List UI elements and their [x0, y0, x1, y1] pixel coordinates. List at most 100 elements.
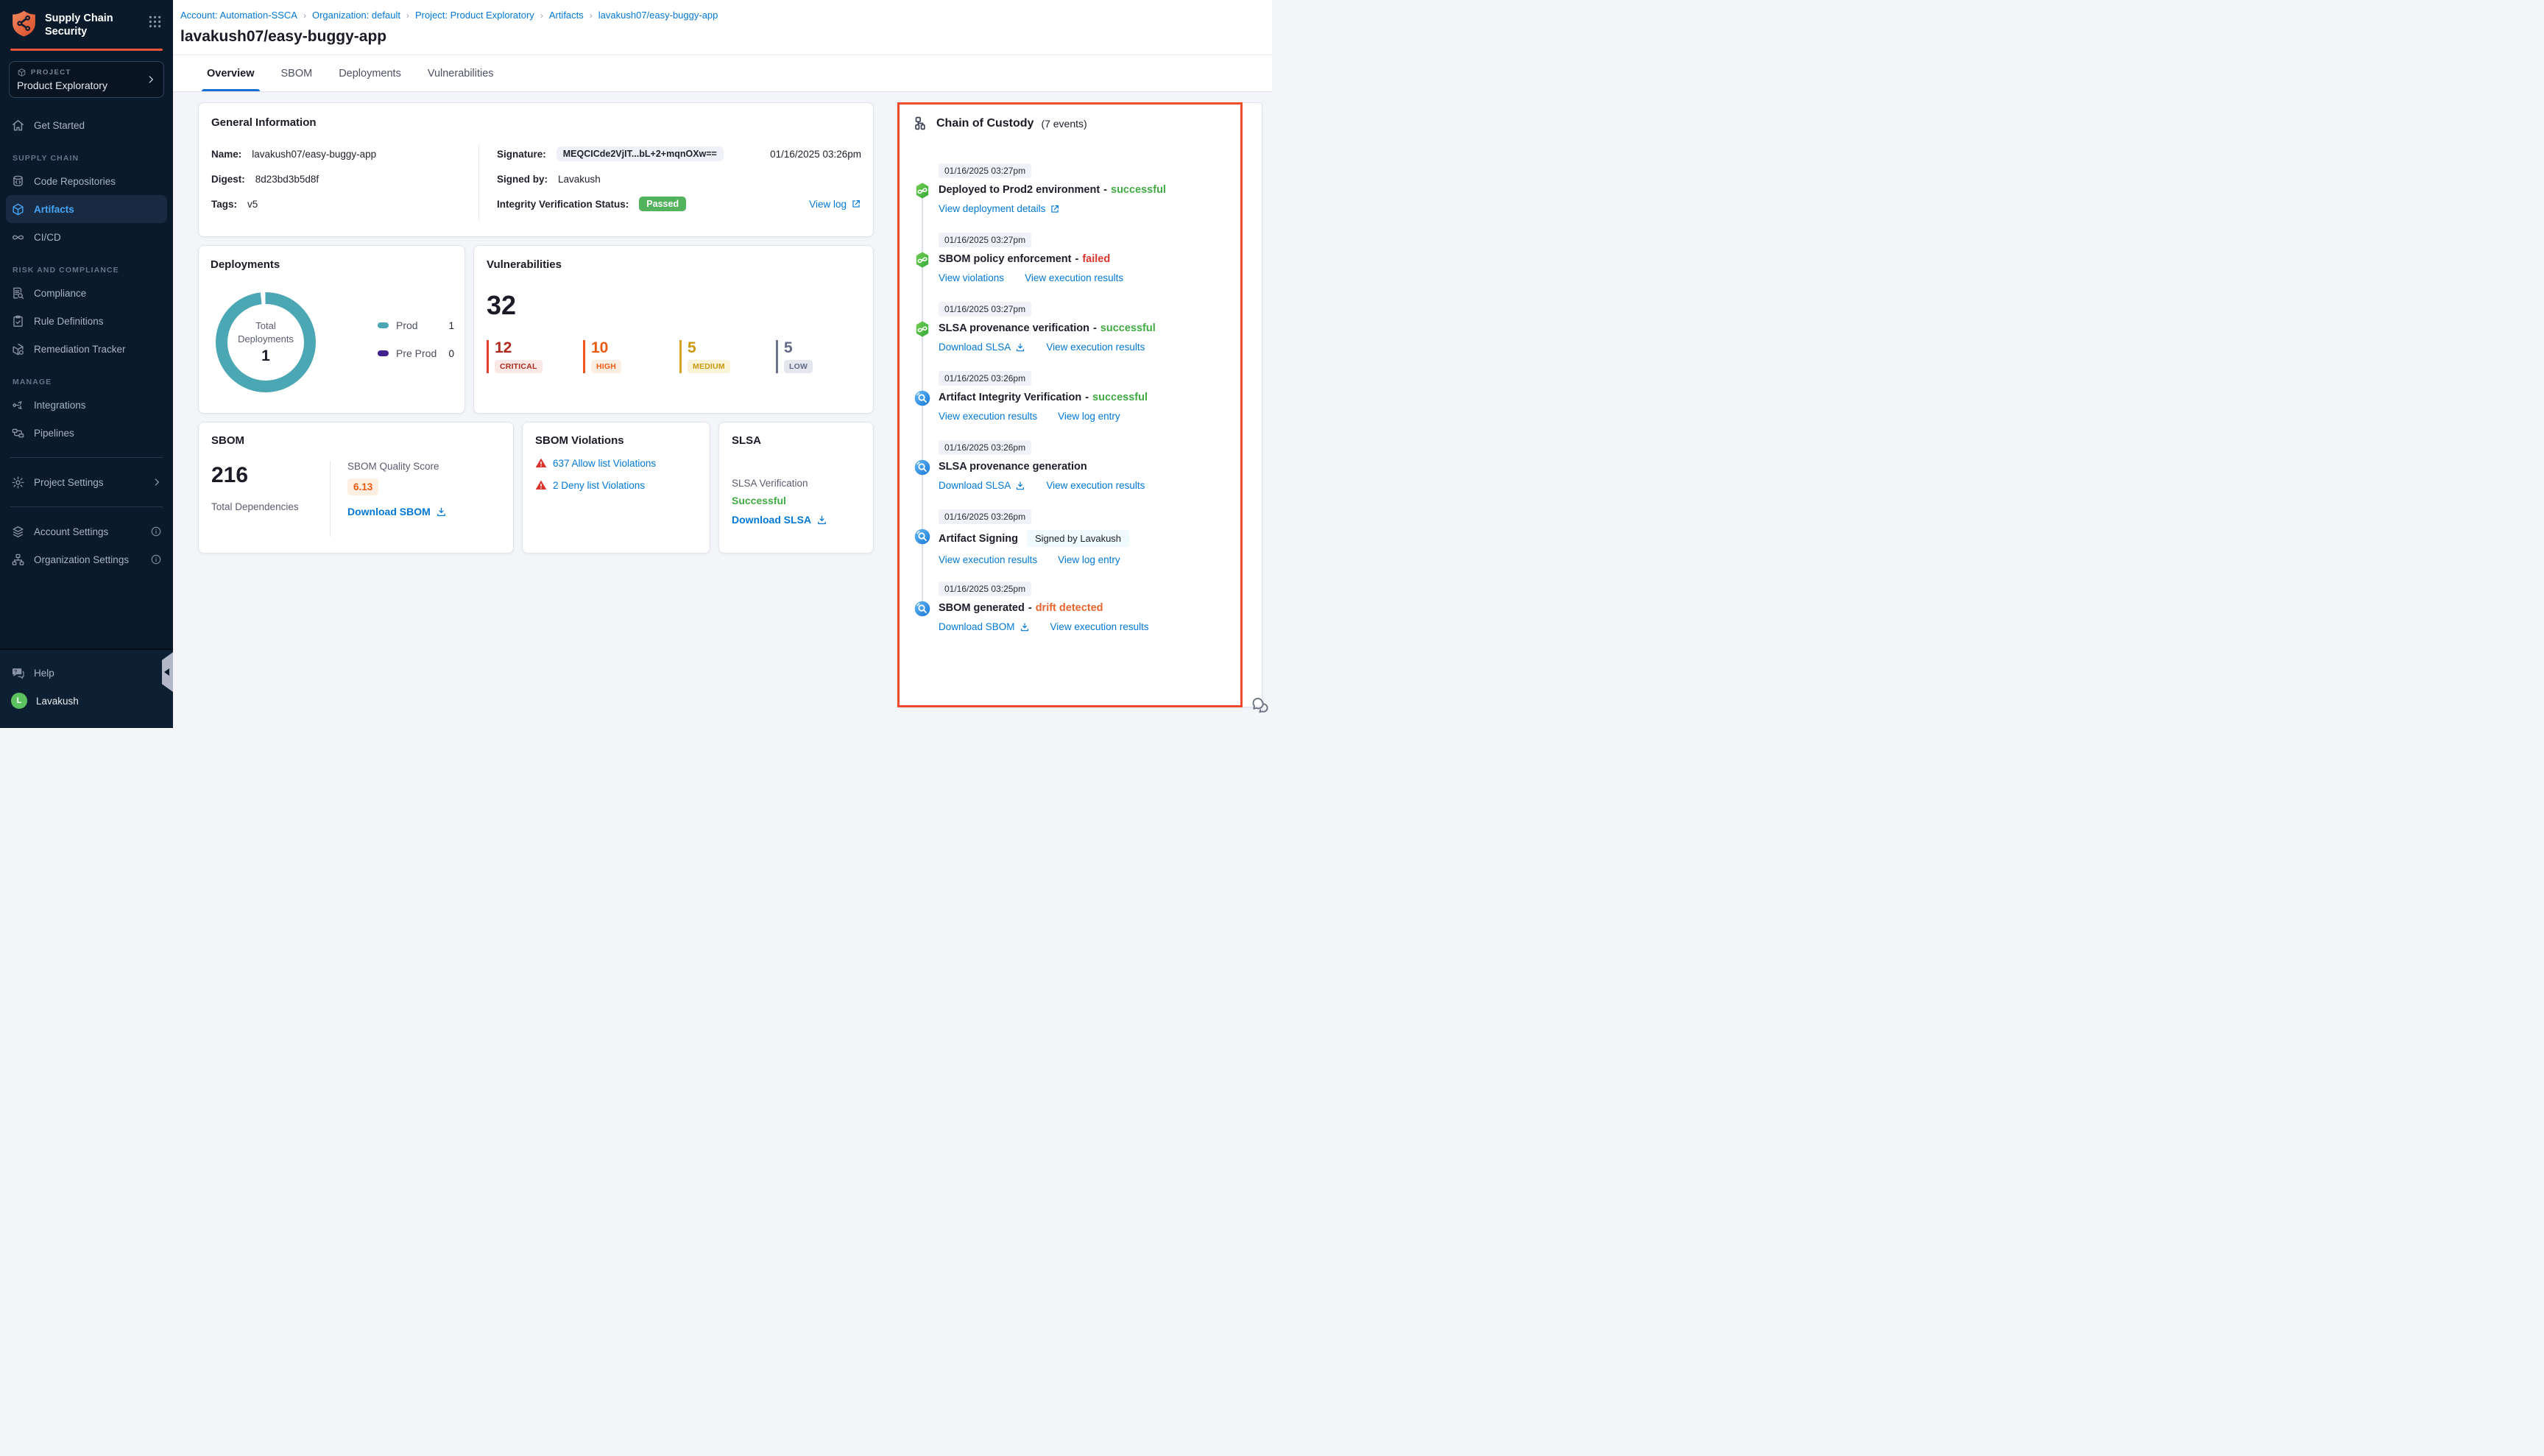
breadcrumb-organization[interactable]: Organization: default	[312, 10, 400, 21]
signed-by-value: Lavakush	[558, 174, 601, 185]
view-execution-results-link[interactable]: View execution results	[1025, 272, 1123, 283]
scan-event-icon	[914, 459, 931, 476]
general-info-left: Name: lavakush07/easy-buggy-app Digest: …	[211, 145, 478, 220]
allow-list-violations-link[interactable]: 637 Allow list Violations	[553, 458, 656, 469]
event-title: SBOM generated	[939, 602, 1025, 614]
scan-event-icon	[914, 600, 931, 618]
view-log-entry-link[interactable]: View log entry	[1058, 411, 1120, 422]
download-sbom-link[interactable]: Download SBOM	[939, 621, 1030, 632]
sidebar-item-code-repositories[interactable]: Code Repositories	[0, 167, 173, 195]
warning-icon	[535, 479, 547, 491]
sidebar-item-account-settings[interactable]: Account Settings	[0, 517, 173, 545]
legend-label: Prod	[396, 319, 448, 331]
event-links: View deployment details	[939, 203, 1223, 214]
view-violations-link[interactable]: View violations	[939, 272, 1004, 283]
sidebar-item-label: Rule Definitions	[34, 316, 104, 327]
card-title: Vulnerabilities	[487, 258, 861, 271]
organization-icon	[11, 553, 25, 567]
view-log-entry-link[interactable]: View log entry	[1058, 554, 1120, 565]
support-chat-icon[interactable]	[1251, 696, 1271, 716]
tab-overview[interactable]: Overview	[207, 55, 255, 91]
legend-value: 1	[448, 320, 454, 331]
view-execution-results-link[interactable]: View execution results	[1050, 621, 1149, 632]
total-deployments-value: 1	[261, 347, 270, 365]
deployments-card: Deployments Total Deployments 1	[198, 245, 465, 414]
chevron-right-icon	[146, 74, 156, 85]
event-timeline: 01/16/2025 03:27pm Deployed to Prod2 env…	[914, 163, 1223, 635]
sidebar-item-integrations[interactable]: Integrations	[0, 391, 173, 419]
sidebar-item-help[interactable]: Help	[0, 659, 173, 687]
view-deployment-details-link[interactable]: View deployment details	[939, 203, 1060, 214]
event-links: Download SLSA View execution results	[939, 480, 1223, 491]
integrations-icon	[11, 398, 25, 412]
tab-sbom[interactable]: SBOM	[281, 55, 313, 91]
severity-medium: 5 MEDIUM	[679, 340, 761, 373]
sidebar-item-pipelines[interactable]: Pipelines	[0, 419, 173, 447]
download-icon	[816, 515, 827, 526]
download-slsa-link[interactable]: Download SLSA	[939, 480, 1025, 491]
breadcrumb-account[interactable]: Account: Automation-SSCA	[180, 10, 297, 21]
breadcrumb-artifacts[interactable]: Artifacts	[549, 10, 584, 21]
tags-value: v5	[247, 199, 258, 210]
section-supply-chain: SUPPLY CHAIN	[13, 154, 173, 163]
quality-score-badge: 6.13	[347, 478, 378, 495]
tab-deployments[interactable]: Deployments	[339, 55, 401, 91]
tab-vulnerabilities[interactable]: Vulnerabilities	[428, 55, 494, 91]
legend-value: 0	[448, 348, 454, 359]
severity-critical: 12 CRITICAL	[487, 340, 568, 373]
link-label: View execution results	[1025, 272, 1123, 283]
sidebar-item-rule-definitions[interactable]: Rule Definitions	[0, 307, 173, 335]
download-slsa-link[interactable]: Download SLSA	[732, 514, 873, 526]
view-execution-results-link[interactable]: View execution results	[1046, 342, 1145, 353]
sidebar-nav: Get Started SUPPLY CHAIN Code Repositori…	[0, 111, 173, 573]
general-information-card: General Information Name: lavakush07/eas…	[198, 102, 874, 237]
severity-label: HIGH	[591, 360, 621, 373]
download-icon	[1015, 342, 1025, 353]
slsa-verification-status: Successful	[732, 495, 873, 506]
scan-event-icon	[914, 389, 931, 407]
severity-label: MEDIUM	[688, 360, 730, 373]
breadcrumb-current[interactable]: lavakush07/easy-buggy-app	[598, 10, 718, 21]
sidebar-item-user[interactable]: L Lavakush	[0, 687, 173, 715]
sidebar-item-organization-settings[interactable]: Organization Settings	[0, 545, 173, 573]
coc-event-artifact-integrity: 01/16/2025 03:26pm Artifact Integrity Ve…	[914, 371, 1223, 424]
download-sbom-link[interactable]: Download SBOM	[347, 506, 447, 517]
view-log-link[interactable]: View log	[809, 199, 861, 210]
event-timestamp: 01/16/2025 03:27pm	[939, 233, 1031, 247]
page-title: lavakush07/easy-buggy-app	[180, 28, 1272, 46]
sidebar-item-label: CI/CD	[34, 232, 61, 243]
event-timestamp: 01/16/2025 03:25pm	[939, 582, 1031, 596]
breadcrumb-project[interactable]: Project: Product Exploratory	[415, 10, 534, 21]
module-grid-icon[interactable]	[147, 14, 163, 29]
view-execution-results-link[interactable]: View execution results	[1046, 480, 1145, 491]
sidebar-item-get-started[interactable]: Get Started	[0, 111, 173, 139]
link-label: View execution results	[939, 411, 1037, 422]
external-link-icon	[851, 199, 861, 209]
tab-bar: Overview SBOM Deployments Vulnerabilitie…	[173, 54, 1272, 91]
brand-divider	[10, 49, 163, 51]
severity-high: 10 HIGH	[583, 340, 665, 373]
sidebar-item-artifacts[interactable]: Artifacts	[6, 195, 167, 223]
sidebar-item-cicd[interactable]: CI/CD	[0, 223, 173, 251]
infinity-icon	[11, 230, 25, 244]
digest-value: 8d23bd3b5d8f	[255, 174, 319, 185]
project-selector[interactable]: PROJECT Product Exploratory	[9, 61, 164, 98]
info-icon	[150, 554, 162, 565]
deny-list-violations-link[interactable]: 2 Deny list Violations	[553, 480, 645, 491]
status-badge-passed: Passed	[639, 197, 686, 211]
download-slsa-link[interactable]: Download SLSA	[939, 342, 1025, 353]
sidebar-divider	[10, 506, 163, 507]
view-log-label: View log	[809, 199, 847, 210]
sidebar-item-project-settings[interactable]: Project Settings	[0, 468, 173, 496]
view-execution-results-link[interactable]: View execution results	[939, 411, 1037, 422]
signature-label: Signature:	[497, 149, 546, 160]
view-execution-results-link[interactable]: View execution results	[939, 554, 1037, 565]
sidebar: Supply Chain Security PROJECT Product Ex…	[0, 0, 173, 728]
download-icon	[1015, 481, 1025, 491]
link-label: View execution results	[1046, 342, 1145, 353]
sidebar-item-compliance[interactable]: Compliance	[0, 279, 173, 307]
link-label: Download SLSA	[939, 342, 1011, 353]
link-label: View execution results	[1046, 480, 1145, 491]
sidebar-item-remediation-tracker[interactable]: Remediation Tracker	[0, 335, 173, 363]
layers-icon	[11, 525, 25, 539]
